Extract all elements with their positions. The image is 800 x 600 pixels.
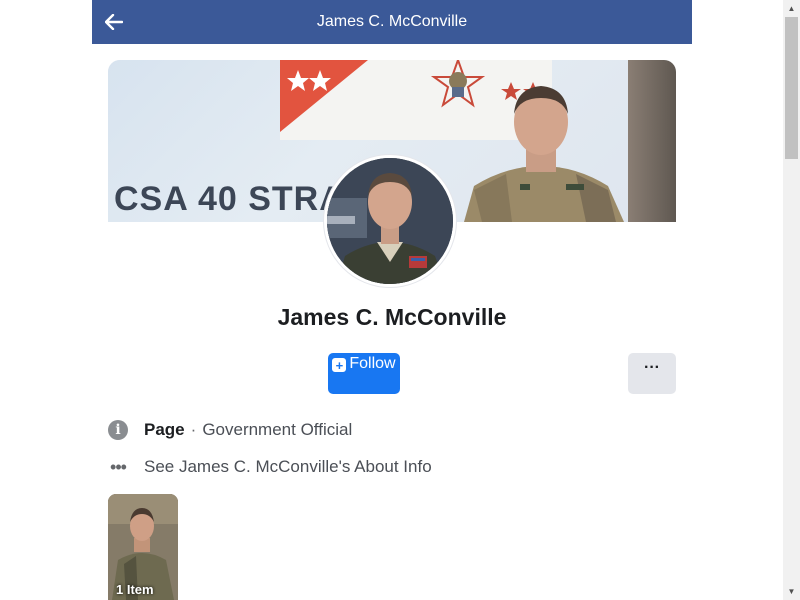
- info-icon: i: [108, 420, 128, 440]
- page-category-row: i Page · Government Official: [108, 420, 352, 440]
- profile-picture[interactable]: [324, 155, 456, 287]
- back-button[interactable]: [100, 8, 128, 36]
- album-thumbnail[interactable]: 1 Item: [108, 494, 178, 600]
- profile-name: James C. McConville: [277, 304, 507, 330]
- follow-label: Follow: [349, 355, 396, 372]
- separator-dot: ·: [190, 420, 197, 439]
- profile-page: James C. McConville CSA 40 STRAT James C…: [92, 0, 692, 600]
- scroll-up-arrow-icon[interactable]: ▲: [783, 0, 800, 17]
- scroll-down-arrow-icon[interactable]: ▼: [783, 583, 800, 600]
- album-count: 1 Item: [116, 582, 154, 597]
- profile-picture-image: [327, 158, 453, 284]
- scrollbar-thumb[interactable]: [785, 17, 798, 159]
- general-photo: [464, 86, 624, 222]
- top-app-bar: James C. McConville: [92, 0, 692, 44]
- arrow-left-icon: [105, 14, 123, 30]
- about-info-row[interactable]: ••• See James C. McConville's About Info: [108, 457, 432, 477]
- more-dots-icon: •••: [110, 457, 127, 477]
- page-title: James C. McConville: [316, 13, 468, 30]
- page-category: Government Official: [202, 420, 353, 439]
- plus-icon: +: [332, 358, 347, 372]
- more-options-button[interactable]: ···: [628, 353, 676, 394]
- more-icon: ···: [644, 359, 660, 376]
- follow-button[interactable]: + Follow: [328, 353, 400, 394]
- about-info-link[interactable]: See James C. McConville's About Info: [144, 457, 432, 477]
- page-type-label: Page: [144, 420, 185, 439]
- vertical-scrollbar[interactable]: ▲ ▼: [783, 0, 800, 600]
- profile-photo: [327, 158, 453, 284]
